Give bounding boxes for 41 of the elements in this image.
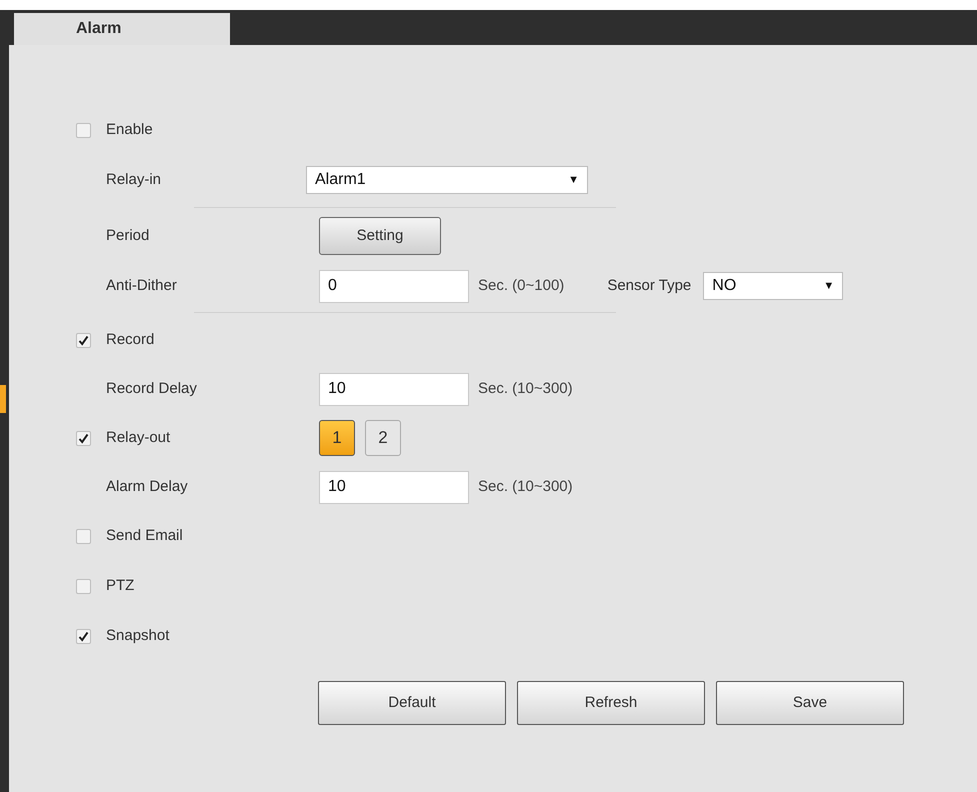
field-label: Sensor Type [607,276,692,296]
field-label: Enable [106,120,153,140]
action-button[interactable]: Refresh [517,681,705,725]
side-tab-marker [0,385,6,413]
dropdown[interactable]: Alarm1 ▼ [306,166,588,194]
checkbox[interactable] [76,528,91,544]
relay-toggle[interactable]: 2 [365,420,401,456]
range-hint: Sec. (10~300) [478,378,573,399]
field-label: Alarm Delay [106,476,189,497]
input-field[interactable]: 10 [319,470,469,504]
caret-icon: ▼ [568,172,579,188]
dropdown[interactable]: NO ▼ [703,272,844,300]
range-hint: Sec. (10~300) [478,476,573,497]
action-button[interactable]: Default [318,681,506,725]
field-label: Snapshot [106,626,170,646]
input-field[interactable]: 0 [319,270,469,302]
setting-button[interactable]: Setting [319,217,441,255]
field-label: Record Delay [106,378,198,399]
field-label: PTZ [106,576,134,596]
field-label: Anti-Dither [106,276,178,296]
checkbox[interactable] [76,628,91,644]
caret-icon: ▼ [823,278,834,294]
checkbox[interactable] [76,430,91,446]
input-field[interactable]: 10 [319,372,469,406]
checkmark-icon [78,630,89,642]
field-label: Send Email [106,526,183,546]
field-label: Record [106,330,154,350]
field-label: Relay-out [106,428,172,448]
field-label: Period [106,226,150,246]
dropdown-value: NO [712,276,736,296]
checkmark-icon [78,432,89,444]
range-hint: Sec. (0~100) [478,276,564,296]
checkbox[interactable] [76,332,91,348]
field-label: Relay-in [106,170,162,190]
dropdown-value: Alarm1 [315,170,366,190]
checkbox[interactable] [76,122,91,138]
checkbox[interactable] [76,578,91,594]
action-button[interactable]: Save [716,681,904,725]
checkmark-icon [78,334,89,346]
tab[interactable]: Alarm [14,13,230,45]
relay-toggle[interactable]: 1 [319,420,355,456]
